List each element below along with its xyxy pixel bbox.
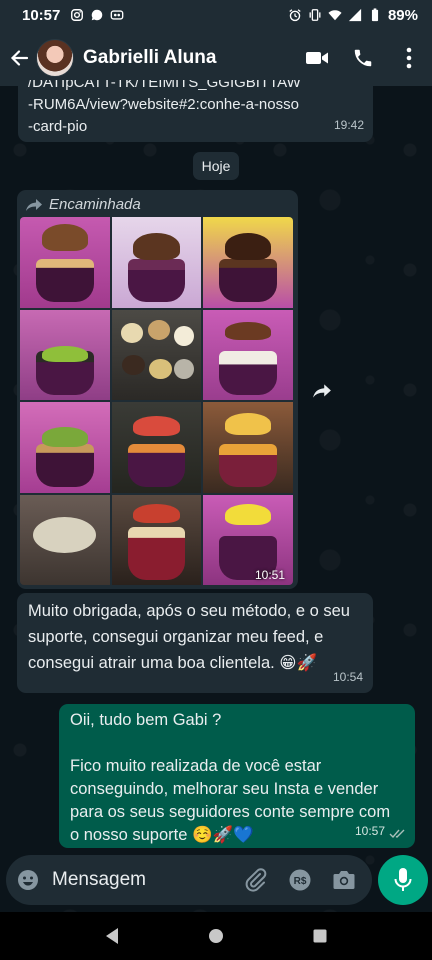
image-thumb[interactable] xyxy=(20,309,110,400)
link-line-2: -RUM6A/view?website#2:conhe-a-nosso xyxy=(28,96,299,113)
instagram-icon xyxy=(71,9,84,21)
message-link-text: /DATIpCATT-TK/TEIMITS_GGIGBITTAW -RUM6A/… xyxy=(28,80,363,138)
link-line-3: -card-pio xyxy=(28,118,88,135)
message-time: 19:42 xyxy=(333,118,364,132)
alarm-icon xyxy=(289,9,301,22)
status-bar: 10:57 89% xyxy=(0,0,432,30)
forwarded-label: Encaminhada xyxy=(25,194,141,216)
message-reply[interactable]: Oii, tudo bem Gabi ? Fico muito realizad… xyxy=(59,704,415,848)
app-notification-icon xyxy=(111,10,124,20)
signal-icon xyxy=(348,8,362,22)
forwarded-arrow-icon xyxy=(26,199,42,211)
image-thumb[interactable] xyxy=(20,217,110,308)
video-camera-icon xyxy=(306,52,328,64)
nav-back-button[interactable] xyxy=(92,916,132,956)
arrow-left-icon xyxy=(10,50,29,66)
paperclip-icon xyxy=(245,868,267,892)
wifi-icon xyxy=(328,10,342,21)
link-line-1: /DATIpCATT-TK/TEIMITS_GGIGBITTAW xyxy=(28,80,301,91)
square-recents-icon xyxy=(313,929,327,943)
battery-percentage: 89% xyxy=(387,6,418,24)
status-notification-icons xyxy=(70,8,124,22)
header-actions xyxy=(294,30,432,86)
message-input[interactable]: Mensagem xyxy=(52,869,146,891)
double-check-icon xyxy=(389,829,405,839)
image-thumb[interactable] xyxy=(203,309,293,400)
image-thumb[interactable] xyxy=(111,494,202,585)
date-separator: Hoje xyxy=(193,152,239,180)
image-thumb[interactable] xyxy=(111,402,202,493)
image-thumb[interactable] xyxy=(20,494,110,585)
camera-icon xyxy=(333,871,355,889)
message-reply-text: Oii, tudo bem Gabi ? Fico muito realizad… xyxy=(70,709,400,847)
attach-button[interactable] xyxy=(234,855,278,905)
image-thumb[interactable] xyxy=(111,217,202,308)
forward-arrow-icon xyxy=(313,384,331,398)
svg-text:R$: R$ xyxy=(294,876,307,887)
triangle-back-icon xyxy=(106,928,118,944)
contact-avatar[interactable] xyxy=(36,39,74,77)
menu-button[interactable] xyxy=(386,30,432,86)
vibrate-icon xyxy=(309,9,321,21)
message-input-bar: Mensagem R$ xyxy=(6,855,372,905)
image-thumb[interactable] xyxy=(203,402,293,493)
message-time: 10:57 xyxy=(354,824,385,838)
payment-button[interactable]: R$ xyxy=(278,855,322,905)
message-time: 10:54 xyxy=(332,670,363,684)
rupee-pay-icon: R$ xyxy=(289,869,311,891)
forward-button[interactable] xyxy=(305,374,339,408)
message-time: 10:51 xyxy=(255,568,286,582)
message-link[interactable]: /DATIpCATT-TK/TEIMITS_GGIGBITTAW -RUM6A/… xyxy=(18,80,373,142)
chat-header: Gabrielli Aluna xyxy=(0,30,432,86)
phone-icon xyxy=(354,49,372,67)
input-tools: R$ xyxy=(234,855,366,905)
contact-name[interactable]: Gabrielli Aluna xyxy=(83,47,216,69)
status-system-icons: 89% xyxy=(288,7,418,24)
nav-home-button[interactable] xyxy=(196,916,236,956)
battery-icon xyxy=(371,8,379,22)
camera-button[interactable] xyxy=(322,855,366,905)
emoji-button[interactable] xyxy=(6,855,50,905)
back-button[interactable] xyxy=(2,30,36,86)
emoji-icon xyxy=(18,870,38,890)
forwarded-text: Encaminhada xyxy=(49,196,141,213)
microphone-icon xyxy=(394,868,412,891)
chat-bubble-icon xyxy=(92,9,103,21)
status-time: 10:57 xyxy=(22,6,61,24)
circle-home-icon xyxy=(209,929,223,943)
image-thumb[interactable] xyxy=(203,217,293,308)
nav-recents-button[interactable] xyxy=(300,916,340,956)
image-thumb[interactable] xyxy=(20,402,110,493)
message-thanks-text: Muito obrigada, após o seu método, e o s… xyxy=(28,602,350,672)
more-vertical-icon xyxy=(406,47,412,69)
reply-line-1: Oii, tudo bem Gabi ? xyxy=(70,711,222,729)
image-grid[interactable] xyxy=(20,217,293,585)
message-thanks[interactable]: Muito obrigada, após o seu método, e o s… xyxy=(17,593,373,693)
system-navigation-bar xyxy=(0,912,432,960)
voice-record-button[interactable] xyxy=(378,855,428,905)
voice-call-button[interactable] xyxy=(340,30,386,86)
video-call-button[interactable] xyxy=(294,30,340,86)
image-thumb[interactable] xyxy=(111,309,202,400)
reply-line-2: Fico muito realizada de você estar conse… xyxy=(70,757,391,844)
